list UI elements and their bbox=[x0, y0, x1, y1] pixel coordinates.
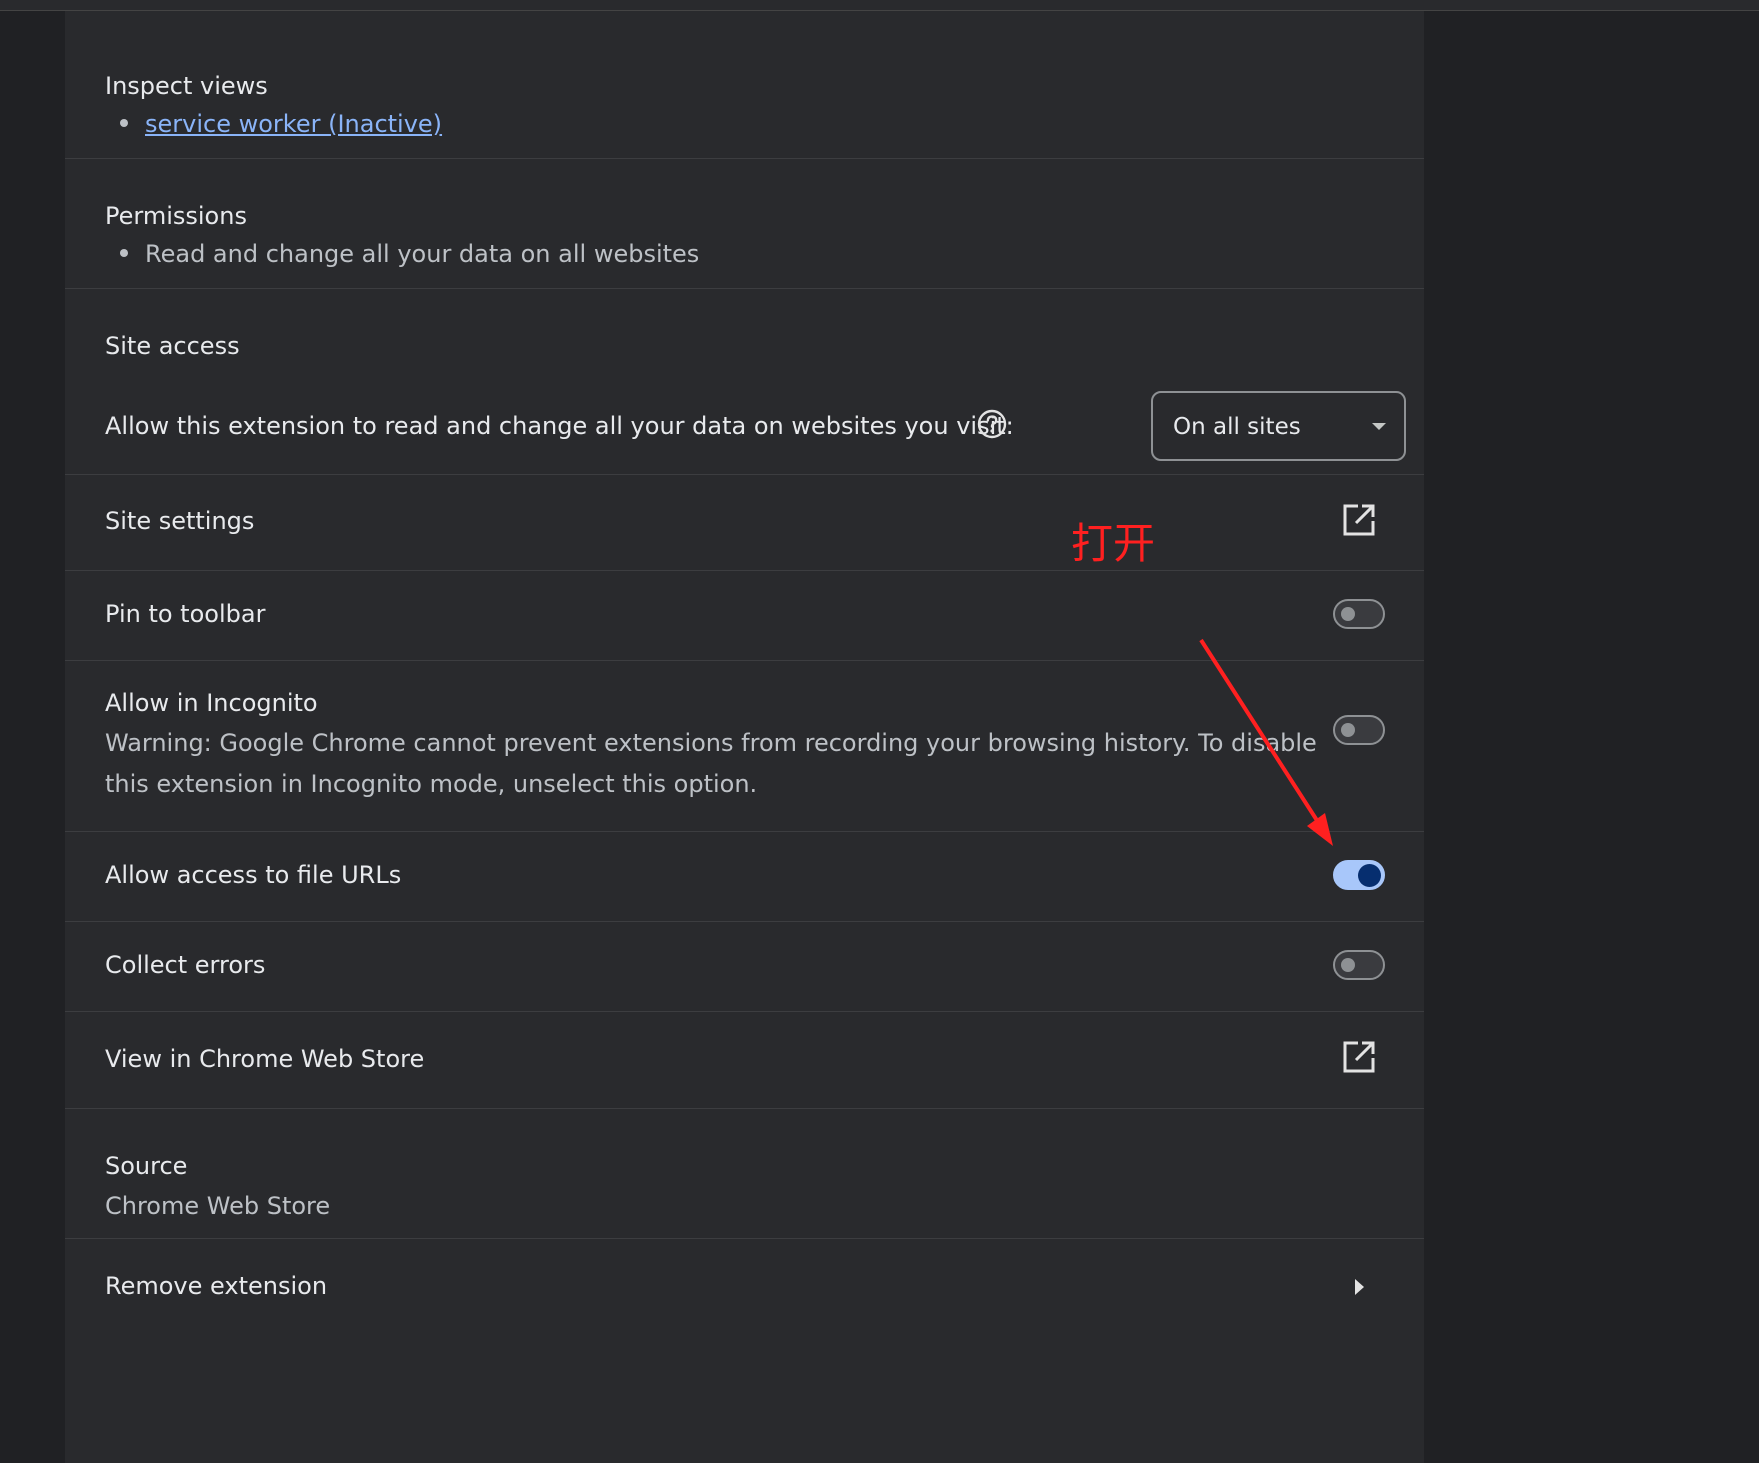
bullet bbox=[120, 119, 128, 127]
file-urls-toggle[interactable] bbox=[1333, 860, 1385, 890]
site-settings-label: Site settings bbox=[105, 507, 255, 535]
allow-incognito-label: Allow in Incognito bbox=[105, 689, 318, 717]
remove-extension-label: Remove extension bbox=[105, 1272, 328, 1300]
pin-to-toolbar-row: Pin to toolbar bbox=[65, 571, 1424, 661]
pin-to-toolbar-toggle[interactable] bbox=[1333, 599, 1385, 629]
annotation-label: 打开 bbox=[1071, 519, 1156, 568]
open-in-new-icon[interactable] bbox=[1342, 1040, 1376, 1074]
site-access-dropdown[interactable]: On all sites bbox=[1151, 391, 1406, 461]
toggle-knob bbox=[1341, 607, 1355, 621]
site-access-description: Allow this extension to read and change … bbox=[105, 412, 1014, 440]
open-in-new-icon[interactable] bbox=[1342, 503, 1376, 537]
incognito-warning-line2: this extension in Incognito mode, unsele… bbox=[105, 770, 758, 798]
permissions-section: Permissions Read and change all your dat… bbox=[65, 159, 1424, 289]
bullet bbox=[120, 249, 128, 257]
collect-errors-label: Collect errors bbox=[105, 951, 266, 979]
permissions-title: Permissions bbox=[105, 202, 247, 230]
chevron-right-icon[interactable] bbox=[1351, 1277, 1367, 1297]
incognito-warning-line1: Warning: Google Chrome cannot prevent ex… bbox=[105, 729, 1317, 757]
service-worker-link[interactable]: service worker (Inactive) bbox=[145, 110, 442, 138]
inspect-views-section: Inspect views service worker (Inactive) bbox=[65, 29, 1424, 159]
allow-incognito-toggle[interactable] bbox=[1333, 715, 1385, 745]
extension-details-panel: Inspect views service worker (Inactive) … bbox=[65, 11, 1424, 1463]
dropdown-value: On all sites bbox=[1173, 414, 1301, 440]
inspect-views-title: Inspect views bbox=[105, 72, 268, 100]
source-section: Source Chrome Web Store bbox=[65, 1109, 1424, 1239]
help-circle-icon[interactable] bbox=[977, 409, 1007, 439]
site-access-title: Site access bbox=[105, 332, 240, 360]
pin-to-toolbar-label: Pin to toolbar bbox=[105, 600, 266, 628]
web-store-label: View in Chrome Web Store bbox=[105, 1045, 425, 1073]
toggle-knob bbox=[1341, 958, 1355, 972]
allow-incognito-row: Allow in Incognito Warning: Google Chrom… bbox=[65, 661, 1424, 832]
site-access-section: Site access Allow this extension to read… bbox=[65, 289, 1424, 475]
remove-extension-row[interactable]: Remove extension bbox=[65, 1239, 1424, 1333]
web-store-row[interactable]: View in Chrome Web Store bbox=[65, 1012, 1424, 1109]
permission-item: Read and change all your data on all web… bbox=[145, 240, 700, 268]
source-value: Chrome Web Store bbox=[105, 1192, 331, 1220]
file-urls-label: Allow access to file URLs bbox=[105, 861, 402, 889]
collect-errors-toggle[interactable] bbox=[1333, 950, 1385, 980]
file-urls-row: Allow access to file URLs bbox=[65, 832, 1424, 922]
toggle-knob bbox=[1341, 723, 1355, 737]
top-bar bbox=[0, 0, 1759, 11]
site-settings-row[interactable]: Site settings bbox=[65, 475, 1424, 571]
toggle-knob bbox=[1358, 864, 1381, 887]
collect-errors-row: Collect errors bbox=[65, 922, 1424, 1012]
caret-down-icon bbox=[1372, 423, 1386, 430]
source-title: Source bbox=[105, 1152, 188, 1180]
